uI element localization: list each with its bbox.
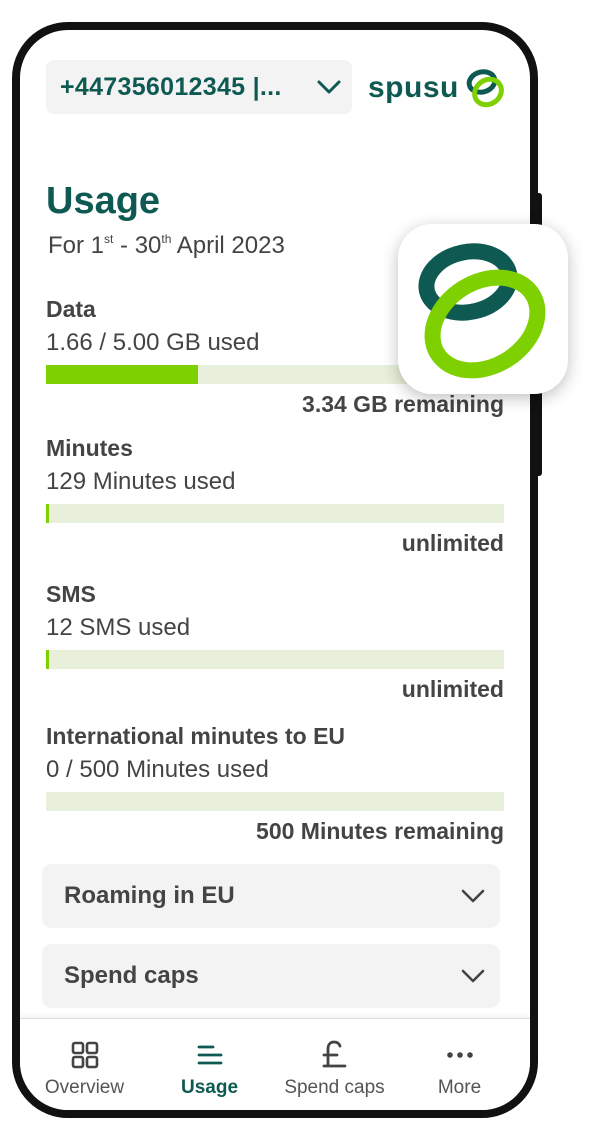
brand-logo: spusu	[368, 66, 507, 110]
sms-usage-block: SMS 12 SMS used unlimited	[46, 581, 504, 703]
usage-progress-bar	[46, 504, 504, 523]
usage-label: Minutes	[46, 435, 133, 461]
usage-remaining: 500 Minutes remaining	[256, 818, 504, 844]
accordion-label: Roaming in EU	[64, 882, 235, 909]
accordion-label: Spend caps	[64, 962, 199, 989]
usage-progress-bar	[46, 792, 504, 811]
usage-progress-fill	[46, 504, 49, 523]
nav-label: Usage	[180, 1077, 239, 1098]
lines-icon	[197, 1045, 222, 1065]
usage-remaining: unlimited	[401, 676, 504, 702]
usage-used: 0 / 500 Minutes used	[46, 756, 269, 783]
usage-remaining: unlimited	[401, 530, 504, 556]
usage-progress-fill	[46, 365, 199, 384]
nav-label: Overview	[44, 1077, 125, 1098]
bottom-navigation: Overview Usage Spend caps More	[20, 1018, 530, 1110]
international-minutes-block: International minutes to EU 0 / 500 Minu…	[46, 723, 504, 845]
billing-period: For 1st - 30th April 2023	[48, 232, 285, 259]
brand-rings-icon	[466, 69, 504, 108]
usage-label: SMS	[46, 581, 96, 607]
nav-item-overview[interactable]: Overview	[22, 1019, 147, 1110]
chevron-down-icon	[461, 969, 485, 983]
phone-number-value: +447356012345 |...	[60, 72, 282, 101]
brand-rings-icon	[418, 243, 546, 379]
roaming-accordion[interactable]: Roaming in EU	[42, 864, 500, 928]
usage-used: 12 SMS used	[46, 614, 191, 641]
grid-icon	[71, 1041, 98, 1069]
usage-label: International minutes to EU	[46, 723, 346, 749]
usage-progress-bar	[46, 650, 504, 669]
nav-item-more[interactable]: More	[397, 1019, 522, 1110]
usage-used: 129 Minutes used	[46, 468, 236, 495]
phone-number-select[interactable]: +447356012345 |...	[46, 60, 352, 114]
brand-wordmark: spusu	[368, 71, 459, 104]
nav-item-usage[interactable]: Usage	[147, 1019, 272, 1110]
more-dots-icon	[446, 1052, 473, 1058]
chevron-down-icon	[461, 889, 485, 903]
spend-caps-accordion[interactable]: Spend caps	[42, 944, 500, 1008]
nav-label: More	[437, 1077, 482, 1098]
page-title: Usage	[46, 180, 161, 222]
pound-icon	[322, 1040, 346, 1068]
chevron-down-icon	[317, 80, 341, 94]
app-logo-icon	[398, 224, 568, 394]
minutes-usage-block: Minutes 129 Minutes used unlimited	[46, 435, 504, 557]
usage-progress-fill	[46, 650, 49, 669]
nav-item-spend-caps[interactable]: Spend caps	[272, 1019, 397, 1110]
usage-remaining: 3.34 GB remaining	[302, 391, 504, 417]
phone-screen: +447356012345 |... spusu Usage For 1st -…	[12, 22, 538, 1118]
nav-label: Spend caps	[284, 1077, 385, 1098]
